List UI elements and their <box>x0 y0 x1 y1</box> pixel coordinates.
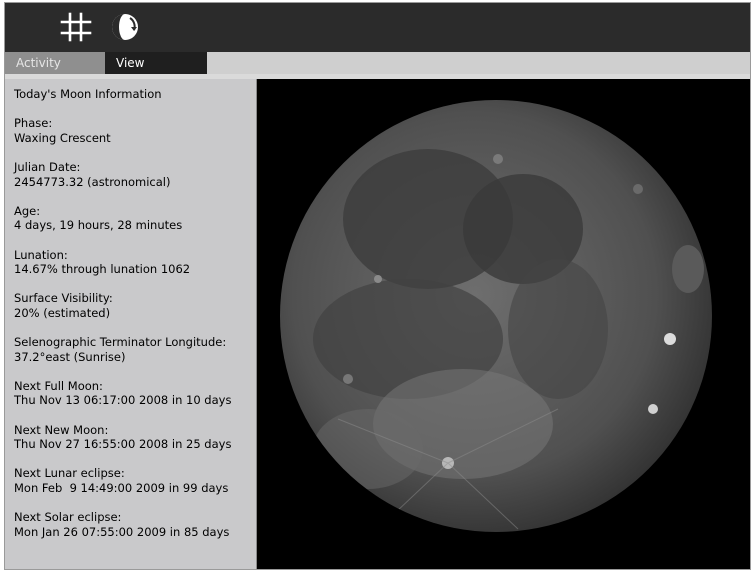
info-label: Next Solar eclipse: <box>14 510 122 525</box>
info-title: Today's Moon Information <box>14 87 162 101</box>
info-value: 37.2°east (Sunrise) <box>14 349 126 364</box>
info-value: 2454773.32 (astronomical) <box>14 174 171 189</box>
info-label: Next Lunar eclipse: <box>14 466 125 481</box>
info-value: Mon Jan 26 07:55:00 2009 in 85 days <box>14 524 230 539</box>
info-next-solar-eclipse: Next Solar eclipse: Mon Jan 26 07:55:00 … <box>14 510 248 539</box>
info-julian-date: Julian Date: 2454773.32 (astronomical) <box>14 160 248 189</box>
moon-info-panel: Today's Moon Information Phase: Waxing C… <box>5 79 257 569</box>
info-phase: Phase: Waxing Crescent <box>14 116 248 145</box>
info-value: 14.67% through lunation 1062 <box>14 262 191 277</box>
grid-button[interactable] <box>59 10 93 44</box>
info-surface-visibility: Surface Visibility: 20% (estimated) <box>14 291 248 320</box>
info-terminator-longitude: Selenographic Terminator Longitude: 37.2… <box>14 335 248 364</box>
info-label: Selenographic Terminator Longitude: <box>14 335 227 350</box>
info-next-full-moon: Next Full Moon: Thu Nov 13 06:17:00 2008… <box>14 379 248 408</box>
info-value: 4 days, 19 hours, 28 minutes <box>14 218 183 233</box>
info-label: Next Full Moon: <box>14 378 103 393</box>
tab-activity[interactable]: Activity <box>5 52 105 74</box>
moon-view <box>258 79 750 569</box>
tab-view[interactable]: View <box>105 52 207 74</box>
moon-image <box>280 100 712 532</box>
info-label: Phase: <box>14 116 53 131</box>
moon-activity-window: Activity View Today's Moon Information P… <box>4 2 751 570</box>
info-label: Lunation: <box>14 247 68 262</box>
info-value: Thu Nov 13 06:17:00 2008 in 10 days <box>14 393 232 408</box>
info-label: Next New Moon: <box>14 422 109 437</box>
tab-bar: Activity View <box>5 52 750 74</box>
grid-icon <box>60 12 92 42</box>
moon-phase-button[interactable] <box>108 10 142 44</box>
info-lunation: Lunation: 14.67% through lunation 1062 <box>14 248 248 277</box>
info-age: Age: 4 days, 19 hours, 28 minutes <box>14 204 248 233</box>
info-label: Julian Date: <box>14 159 81 174</box>
info-value: Thu Nov 27 16:55:00 2008 in 25 days <box>14 437 232 452</box>
info-value: Mon Feb 9 14:49:00 2009 in 99 days <box>14 481 229 496</box>
info-value: Waxing Crescent <box>14 130 111 145</box>
moon-phase-icon <box>112 14 138 40</box>
info-next-new-moon: Next New Moon: Thu Nov 27 16:55:00 2008 … <box>14 423 248 452</box>
toolbar <box>5 3 750 52</box>
info-label: Age: <box>14 203 41 218</box>
info-value: 20% (estimated) <box>14 305 111 320</box>
info-label: Surface Visibility: <box>14 291 113 306</box>
info-next-lunar-eclipse: Next Lunar eclipse: Mon Feb 9 14:49:00 2… <box>14 466 248 495</box>
